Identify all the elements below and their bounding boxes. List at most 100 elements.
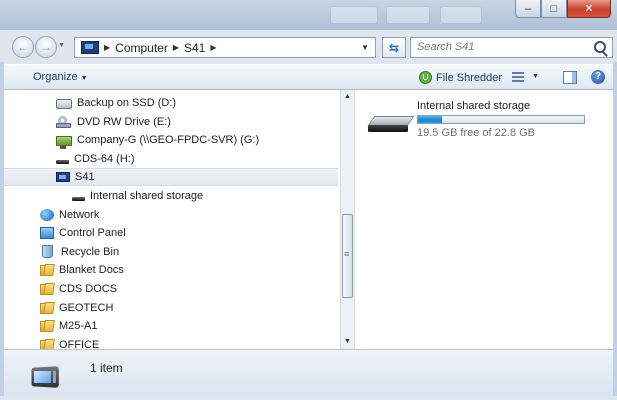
forward-arrow-icon: → xyxy=(40,40,52,54)
breadcrumb-separator-icon[interactable]: ▶ xyxy=(104,43,110,52)
portable-device-icon xyxy=(81,41,99,54)
breadcrumb-s41[interactable]: S41 xyxy=(184,41,205,55)
minimize-button[interactable]: ‒ xyxy=(515,0,541,18)
back-button[interactable]: ← xyxy=(12,36,34,58)
tree-item-backup-on-ssd-d[interactable]: Backup on SSD (D:) xyxy=(56,94,176,112)
tree-item-geotech[interactable]: GEOTECH xyxy=(40,299,113,317)
network-icon xyxy=(40,208,54,221)
preview-pane-icon[interactable] xyxy=(563,71,577,84)
dvd-drive-icon xyxy=(56,115,72,128)
folder-icon xyxy=(40,320,54,333)
organize-button[interactable]: Organize ▼ xyxy=(33,71,88,83)
tree-item-dvd-rw-drive-e[interactable]: DVD RW Drive (E:) xyxy=(56,113,171,131)
tree-item-label: GEOTECH xyxy=(59,301,114,314)
details-pane: 1 item xyxy=(4,349,613,396)
storage-usage-fill xyxy=(418,116,443,123)
tree-item-recycle-bin[interactable]: Recycle Bin xyxy=(40,243,119,261)
window-frame-right xyxy=(613,62,617,396)
tree-item-label: DVD RW Drive (E:) xyxy=(77,115,171,128)
search-box[interactable] xyxy=(410,37,613,58)
forward-button[interactable]: → xyxy=(35,36,57,58)
main-area: Backup on SSD (D:) DVD RW Drive (E:) Compa… xyxy=(4,90,613,349)
nav-scrollbar[interactable]: ▲ ▼ xyxy=(340,90,355,349)
maximize-button[interactable]: □ xyxy=(541,0,567,18)
minimize-icon: ‒ xyxy=(524,2,532,15)
folder-icon xyxy=(40,302,54,314)
scroll-thumb[interactable] xyxy=(342,214,353,298)
folder-icon xyxy=(40,339,54,349)
help-icon[interactable]: ? xyxy=(591,70,605,84)
folder-icon xyxy=(40,264,54,277)
window-controls: ‒ □ ✕ xyxy=(515,0,611,18)
recent-pages-dropdown[interactable]: ▼ xyxy=(58,42,65,49)
tree-item-label: Network xyxy=(59,208,100,221)
breadcrumb-separator-icon[interactable]: ▶ xyxy=(210,43,216,52)
folder-icon xyxy=(40,283,54,295)
title-bar: ‒ □ ✕ xyxy=(0,0,617,30)
refresh-button[interactable]: ⇆ xyxy=(382,37,406,58)
tree-item-label: Blanket Docs xyxy=(59,264,124,277)
refresh-icon: ⇆ xyxy=(388,40,400,55)
tree-item-label: CDS DOCS xyxy=(59,283,118,295)
file-shredder-label: File Shredder xyxy=(436,71,503,84)
tree-item-label: Company-G (\\GEO-FPDC-SVR) (G:) xyxy=(77,134,260,147)
scroll-down-icon[interactable]: ▼ xyxy=(341,335,354,349)
background-tab xyxy=(440,6,482,24)
breadcrumb-separator-icon[interactable]: ▶ xyxy=(173,43,179,52)
tree-item-blanket-docs[interactable]: Blanket Docs xyxy=(40,261,124,279)
navigation-pane: Backup on SSD (D:) DVD RW Drive (E:) Compa… xyxy=(4,90,340,349)
tree-item-label: CDS-64 (H:) xyxy=(74,152,135,165)
close-icon: ✕ xyxy=(584,3,594,15)
command-bar: Organize ▼ U File Shredder ▼ ? xyxy=(4,64,613,90)
address-dropdown-icon[interactable]: ▼ xyxy=(361,43,369,52)
storage-drive-icon xyxy=(367,116,415,132)
back-arrow-icon: ← xyxy=(17,40,29,54)
close-button[interactable]: ✕ xyxy=(567,0,611,18)
storage-name: Internal shared storage xyxy=(417,100,531,112)
tree-item-label: OFFICE xyxy=(59,338,100,349)
breadcrumb-computer[interactable]: Computer xyxy=(115,41,168,55)
file-shredder-button[interactable]: U File Shredder xyxy=(419,71,502,84)
network-drive-icon xyxy=(56,135,72,149)
flat-drive-icon xyxy=(72,197,85,201)
search-icon[interactable] xyxy=(594,41,606,53)
tree-item-office[interactable]: OFFICE xyxy=(40,336,99,349)
tree-item-network[interactable]: Network xyxy=(40,206,99,224)
drive-icon xyxy=(56,99,72,109)
search-input[interactable] xyxy=(417,41,577,53)
portable-device-icon xyxy=(56,172,70,183)
tree-item-label: S41 xyxy=(75,171,95,184)
shredder-icon: U xyxy=(419,71,432,84)
tree-item-company-g-geo-fpdc-svr-g[interactable]: Company-G (\\GEO-FPDC-SVR) (G:) xyxy=(56,131,259,149)
storage-free-text: 19.5 GB free of 22.8 GB xyxy=(417,127,536,139)
background-tab xyxy=(330,6,378,24)
tree-item-control-panel[interactable]: Control Panel xyxy=(40,224,126,242)
maximize-icon: □ xyxy=(550,2,558,15)
background-tab xyxy=(386,6,430,24)
content-pane: Internal shared storage 19.5 GB free of … xyxy=(355,90,613,349)
item-count: 1 item xyxy=(90,361,123,375)
tree-item-internal-shared-storage[interactable]: Internal shared storage xyxy=(72,187,203,205)
tree-item-label: Recycle Bin xyxy=(61,245,120,258)
chevron-down-icon: ▼ xyxy=(80,75,88,82)
storage-tile[interactable]: Internal shared storage 19.5 GB free of … xyxy=(367,98,599,148)
organize-label: Organize xyxy=(33,71,78,83)
change-view-icon[interactable] xyxy=(512,72,524,82)
view-options-dropdown-icon[interactable]: ▼ xyxy=(532,73,539,80)
tree-item-s41[interactable]: S41 xyxy=(4,168,338,187)
control-panel-icon xyxy=(40,227,54,240)
tree-item-label: M25-A1 xyxy=(59,320,98,333)
address-row: ← → ▼ ▶ Computer ▶ S41 ▶ ▼ ⇆ xyxy=(0,30,617,62)
tree-item-cds-64-h[interactable]: CDS-64 (H:) xyxy=(56,150,135,168)
tree-item-label: Internal shared storage xyxy=(90,190,204,202)
scroll-up-icon[interactable]: ▲ xyxy=(341,90,354,104)
storage-usage-bar xyxy=(417,115,585,124)
tree-item-cds-docs[interactable]: CDS DOCS xyxy=(40,280,117,298)
recycle-bin-icon xyxy=(42,245,53,259)
tree-item-label: Backup on SSD (D:) xyxy=(77,97,177,109)
portable-device-large-icon xyxy=(30,364,60,388)
tree-item-m25-a1[interactable]: M25-A1 xyxy=(40,317,98,335)
tree-item-label: Control Panel xyxy=(59,227,126,240)
address-bar[interactable]: ▶ Computer ▶ S41 ▶ ▼ xyxy=(74,37,376,58)
flat-drive-icon xyxy=(56,159,69,164)
